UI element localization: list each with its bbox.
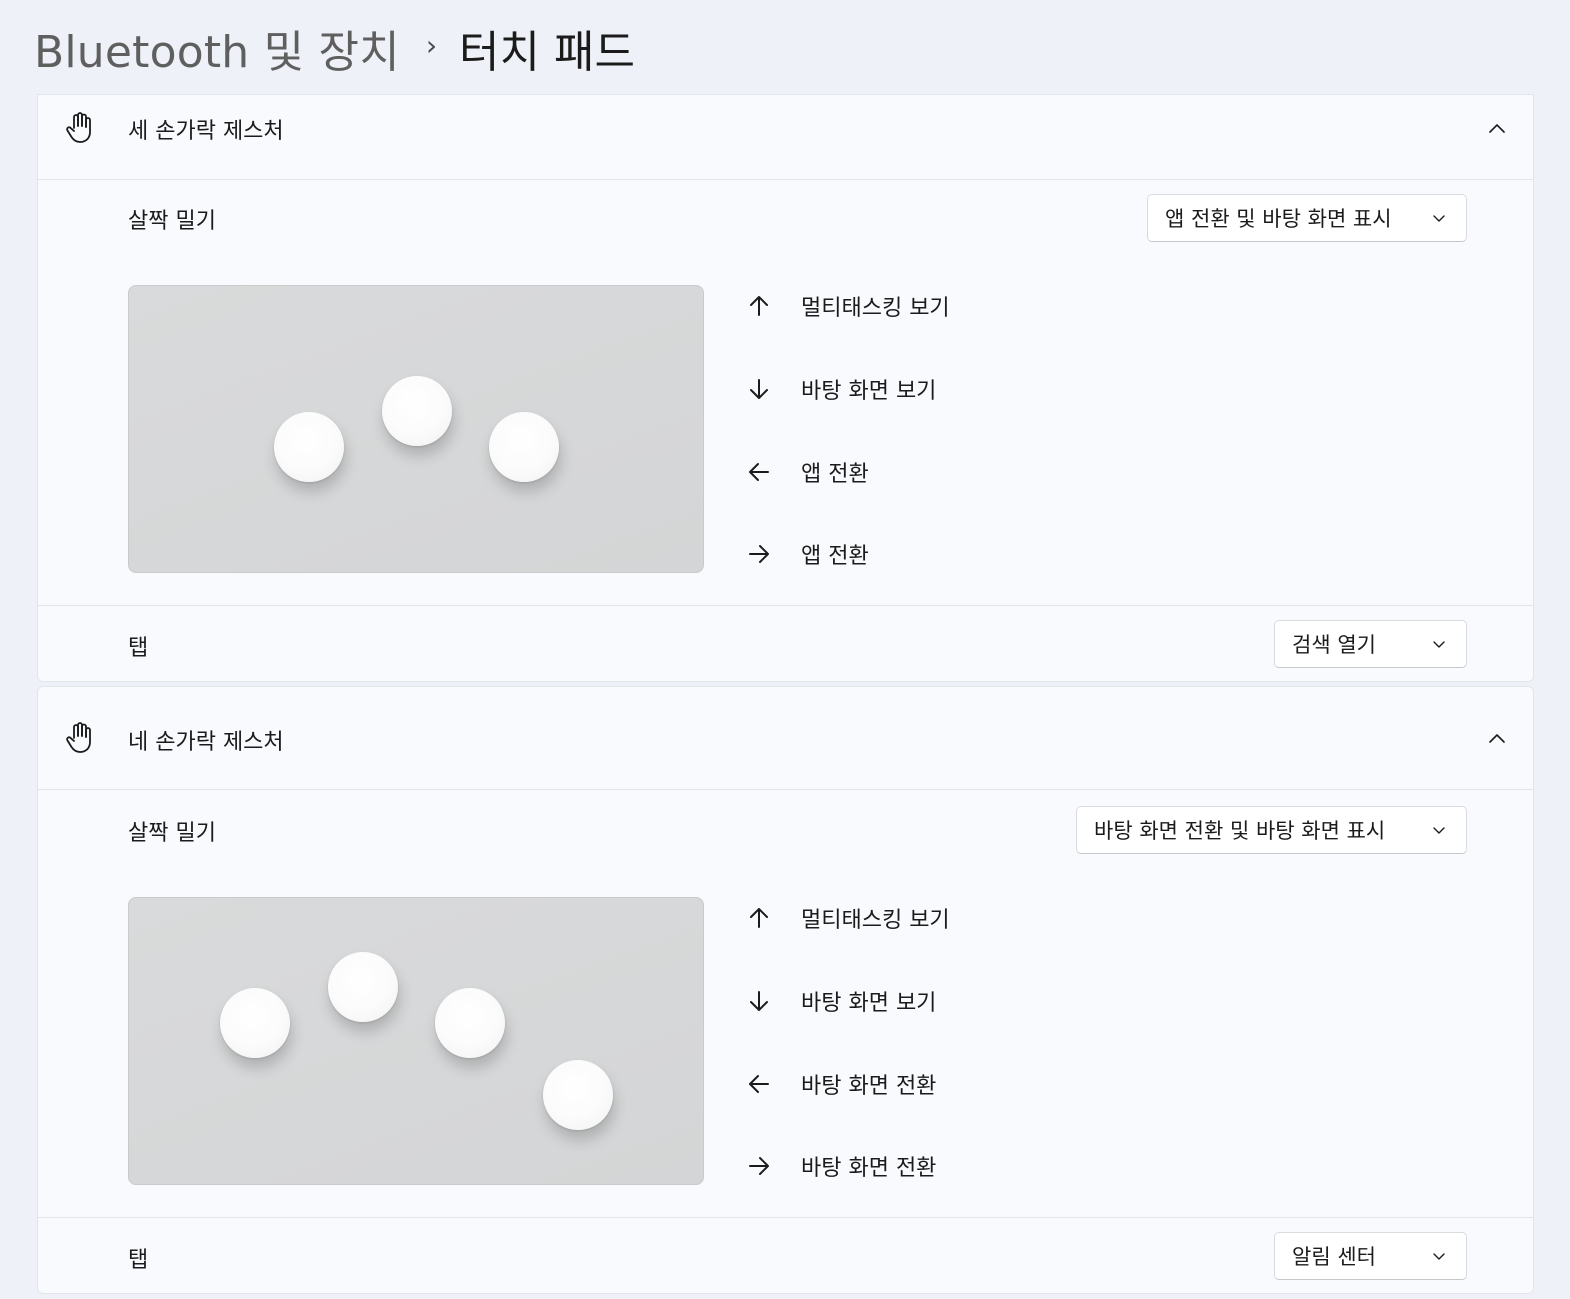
gesture-up: 멀티태스킹 보기: [746, 289, 1146, 323]
arrow-up-icon: [750, 908, 768, 928]
gesture-label: 바탕 화면 전환: [801, 1074, 937, 1099]
tap-label: 탭: [128, 1248, 149, 1273]
arrow-right-icon: [749, 545, 769, 563]
arrow-down-icon: [750, 379, 768, 399]
section-title: 네 손가락 제스처: [128, 730, 284, 755]
settings-page: Bluetooth 및 장치 › 터치 패드 세 손가락 제스처 살짝 밀기 앱…: [0, 0, 1570, 1299]
chevron-down-icon: [1433, 827, 1445, 834]
four-finger-gestures-card: 네 손가락 제스처 살짝 밀기 바탕 화면 전환 및 바탕 화면 표시 멀티태스…: [37, 686, 1534, 1294]
tap-action-value: 알림 센터: [1292, 1245, 1376, 1269]
touchpad-illustration: [128, 285, 704, 573]
gesture-label: 바탕 화면 전환: [801, 1156, 937, 1181]
three-finger-gestures-card: 세 손가락 제스처 살짝 밀기 앱 전환 및 바탕 화면 표시 멀티태스킹 보기…: [37, 94, 1534, 682]
swipe-action-dropdown[interactable]: 앱 전환 및 바탕 화면 표시: [1147, 194, 1467, 242]
three-finger-gestures-header[interactable]: 세 손가락 제스처: [38, 95, 1533, 179]
finger-dot: [274, 412, 344, 482]
breadcrumb-separator: ›: [425, 28, 438, 62]
touchpad-illustration: [128, 897, 704, 1185]
gesture-right: 바탕 화면 전환: [746, 1149, 1146, 1183]
gesture-left: 바탕 화면 전환: [746, 1067, 1146, 1101]
tap-action-dropdown[interactable]: 알림 센터: [1274, 1232, 1467, 1280]
gesture-down: 바탕 화면 보기: [746, 372, 1146, 406]
gesture-up: 멀티태스킹 보기: [746, 901, 1146, 935]
four-finger-gestures-header[interactable]: 네 손가락 제스처: [38, 687, 1533, 789]
finger-dot: [489, 412, 559, 482]
chevron-down-icon: [1433, 215, 1445, 222]
breadcrumb-parent-link[interactable]: Bluetooth 및 장치: [34, 16, 400, 80]
gesture-label: 바탕 화면 보기: [801, 379, 937, 404]
gesture-label: 앱 전환: [801, 544, 869, 569]
divider: [38, 1217, 1533, 1218]
gesture-label: 바탕 화면 보기: [801, 991, 937, 1016]
breadcrumb: Bluetooth 및 장치 › 터치 패드: [34, 18, 635, 78]
divider: [38, 605, 1533, 606]
page-title: 터치 패드: [459, 27, 635, 78]
swipe-action-dropdown[interactable]: 바탕 화면 전환 및 바탕 화면 표시: [1076, 806, 1467, 854]
divider: [38, 789, 1533, 790]
tap-action-value: 검색 열기: [1292, 633, 1376, 657]
swipe-label: 살짝 밀기: [128, 209, 216, 234]
gesture-label: 멀티태스킹 보기: [801, 296, 950, 321]
section-title: 세 손가락 제스처: [128, 119, 284, 144]
gesture-label: 멀티태스킹 보기: [801, 908, 950, 933]
finger-dot: [543, 1060, 613, 1130]
swipe-label: 살짝 밀기: [128, 821, 216, 846]
swipe-action-value: 앱 전환 및 바탕 화면 표시: [1165, 207, 1392, 231]
chevron-down-icon: [1433, 641, 1445, 648]
swipe-action-value: 바탕 화면 전환 및 바탕 화면 표시: [1094, 819, 1386, 843]
gesture-left: 앱 전환: [746, 455, 1146, 489]
arrow-left-icon: [749, 1075, 769, 1093]
chevron-down-icon: [1433, 1253, 1445, 1260]
arrow-up-icon: [750, 296, 768, 316]
finger-dot: [328, 952, 398, 1022]
gesture-right: 앱 전환: [746, 537, 1146, 571]
divider: [38, 179, 1533, 180]
finger-dot: [220, 988, 290, 1058]
tap-action-dropdown[interactable]: 검색 열기: [1274, 620, 1467, 668]
chevron-up-icon[interactable]: [1485, 727, 1509, 751]
hand-icon: [66, 112, 91, 143]
arrow-down-icon: [750, 991, 768, 1011]
finger-dot: [382, 376, 452, 446]
arrow-left-icon: [749, 463, 769, 481]
tap-label: 탭: [128, 636, 149, 661]
chevron-up-icon[interactable]: [1485, 117, 1509, 141]
finger-dot: [435, 988, 505, 1058]
arrow-right-icon: [749, 1157, 769, 1175]
gesture-label: 앱 전환: [801, 462, 869, 487]
gesture-down: 바탕 화면 보기: [746, 984, 1146, 1018]
hand-icon: [66, 722, 91, 753]
